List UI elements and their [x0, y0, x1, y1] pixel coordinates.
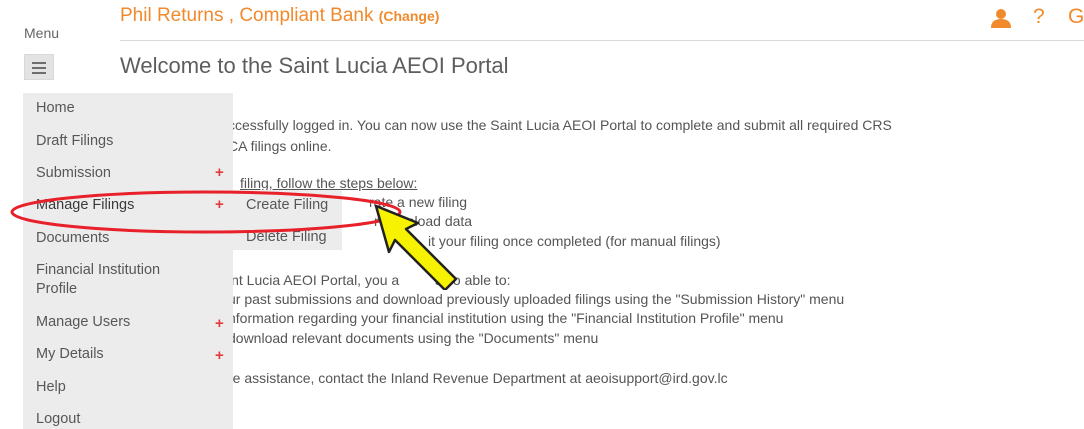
help-icon[interactable]: ? — [1033, 5, 1045, 29]
sidebar-item-draft-filings[interactable]: Draft Filings — [36, 133, 113, 149]
account-name: Phil Returns , Compliant Bank — [120, 5, 374, 26]
change-account-link[interactable]: (Change) — [379, 8, 440, 24]
sidebar-item-label: Profile — [36, 281, 78, 297]
sidebar-item-logout[interactable]: Logout — [36, 411, 80, 427]
sidebar-item-label: Financial Institution — [36, 262, 161, 278]
sidebar-item-help[interactable]: Help — [36, 379, 66, 395]
sidebar-item-submission[interactable]: Submission — [36, 165, 111, 181]
sidebar-item-my-details[interactable]: My Details — [36, 346, 104, 362]
sidebar-item-home[interactable]: Home — [36, 100, 75, 116]
expand-my-details-icon[interactable]: + — [215, 347, 224, 364]
account-title: Phil Returns , Compliant Bank (Change) — [120, 5, 439, 27]
hamburger-bar — [32, 72, 46, 74]
also-able-item-1: ur past submissions and download previou… — [228, 291, 845, 307]
sidebar-item-financial-institution-profile[interactable]: Financial Institution Profile — [36, 262, 160, 297]
user-icon[interactable] — [990, 7, 1012, 29]
sidebar-item-manage-users[interactable]: Manage Users — [36, 314, 130, 330]
intro-text-line-2: CA filings online. — [228, 138, 332, 154]
also-able-item-3: download relevant documents using the "D… — [228, 330, 599, 346]
contact-text: re assistance, contact the Inland Revenu… — [228, 370, 728, 386]
header-divider — [120, 40, 1084, 41]
expand-manage-users-icon[interactable]: + — [215, 315, 224, 332]
annotation-arrow — [374, 204, 458, 290]
intro-text-line-1: ccessfully logged in. You can now use th… — [228, 117, 892, 133]
hamburger-menu-button[interactable] — [24, 54, 54, 80]
hamburger-bar — [32, 62, 46, 64]
steps-heading: filing, follow the steps below: — [240, 175, 418, 191]
menu-label: Menu — [24, 25, 60, 41]
sidebar-menu: Home Draft Filings Submission + Manage F… — [23, 93, 233, 429]
page-title: Welcome to the Saint Lucia AEOI Portal — [120, 53, 509, 78]
expand-submission-icon[interactable]: + — [215, 164, 224, 181]
also-able-item-2: nformation regarding your financial inst… — [228, 310, 784, 326]
logout-icon[interactable]: G — [1068, 5, 1084, 29]
highlight-ellipse — [10, 190, 402, 234]
hamburger-bar — [32, 67, 46, 69]
